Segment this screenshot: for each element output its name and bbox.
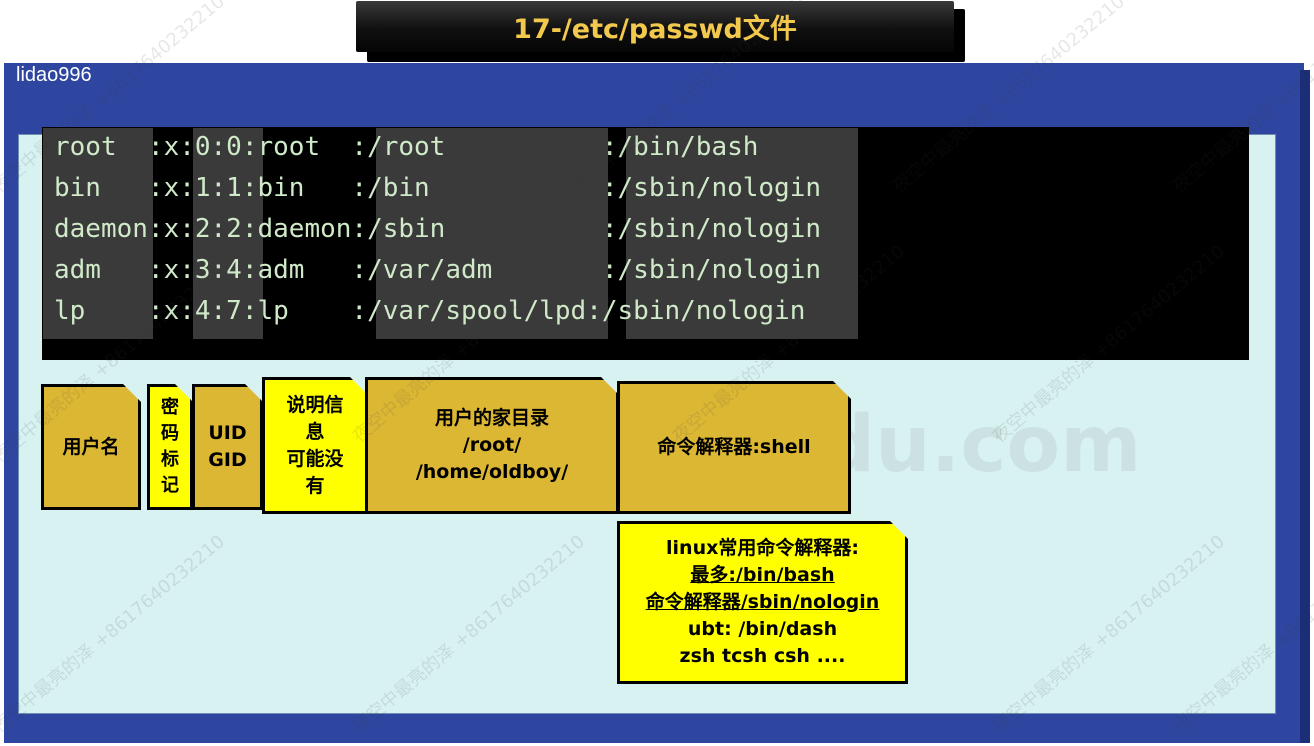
note-shell-label: 命令解释器:shell [657,436,811,458]
note-username-label: 用户名 [62,435,120,458]
note-common-shells-text: linux常用命令解释器: 最多:/bin/bash 命令解释器/sbin/no… [645,537,880,667]
terminal-line: bin :x:1:1:bin :/bin :/sbin/nologin [54,173,822,203]
note-uid-gid-text: UID GID [208,422,247,471]
frame-shadow [1300,70,1310,743]
frame-label: lidao996 [16,64,92,86]
note-uid-gid: UID GID [192,384,263,510]
note-common-shells: linux常用命令解释器: 最多:/bin/bash 命令解释器/sbin/no… [617,521,908,684]
note-description-text: 说明信 息 可能没 有 [286,393,344,497]
note-shell: 命令解释器:shell [617,381,851,514]
note-password-text: 密 码 标 记 [161,397,179,496]
note-password: 密 码 标 记 [147,384,193,510]
terminal-line: root :x:0:0:root :/root :/bin/bash [54,132,759,162]
terminal-line: lp :x:4:7:lp :/var/spool/lpd:/sbin/nolog… [54,296,806,326]
note-home-directory: 用户的家目录 /root/ /home/oldboy/ [365,377,619,514]
note-description: 说明信 息 可能没 有 [262,377,368,514]
terminal-line: daemon:x:2:2:daemon:/sbin :/sbin/nologin [54,214,822,244]
note-username: 用户名 [41,384,141,510]
note-home-text: 用户的家目录 /root/ /home/oldboy/ [415,407,569,483]
terminal-line: adm :x:3:4:adm :/var/adm :/sbin/nologin [54,255,822,285]
page-title: 17-/etc/passwd文件 [513,14,797,45]
title-banner: 17-/etc/passwd文件 [356,1,954,52]
